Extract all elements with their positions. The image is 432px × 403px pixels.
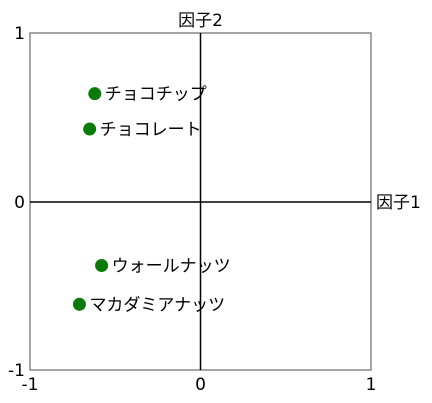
x-axis-label: 因子1 — [376, 193, 421, 213]
data-point-label: ウォールナッツ — [112, 257, 231, 277]
y-axis-label: 因子2 — [178, 11, 223, 31]
y-tick-label-top: 1 — [14, 24, 25, 44]
scatter-chart: 1 0 -1 -1 0 1 因子2 因子1 チョコチップチョコレートウォールナッ… — [8, 11, 421, 395]
data-point-marker — [88, 87, 102, 101]
data-points: チョコチップチョコレートウォールナッツマカダミアナッツ — [72, 85, 231, 315]
x-tick-label-right: 1 — [366, 375, 377, 395]
y-tick-label-middle: 0 — [14, 193, 25, 213]
data-point-label: チョコレート — [100, 120, 202, 140]
data-point-label: マカダミアナッツ — [89, 295, 225, 315]
x-tick-label-left: -1 — [22, 375, 39, 395]
data-point-label: チョコチップ — [105, 85, 207, 105]
data-point-marker — [95, 259, 109, 273]
data-point-marker — [83, 122, 97, 136]
x-tick-label-middle: 0 — [195, 375, 206, 395]
data-point-marker — [72, 297, 86, 311]
